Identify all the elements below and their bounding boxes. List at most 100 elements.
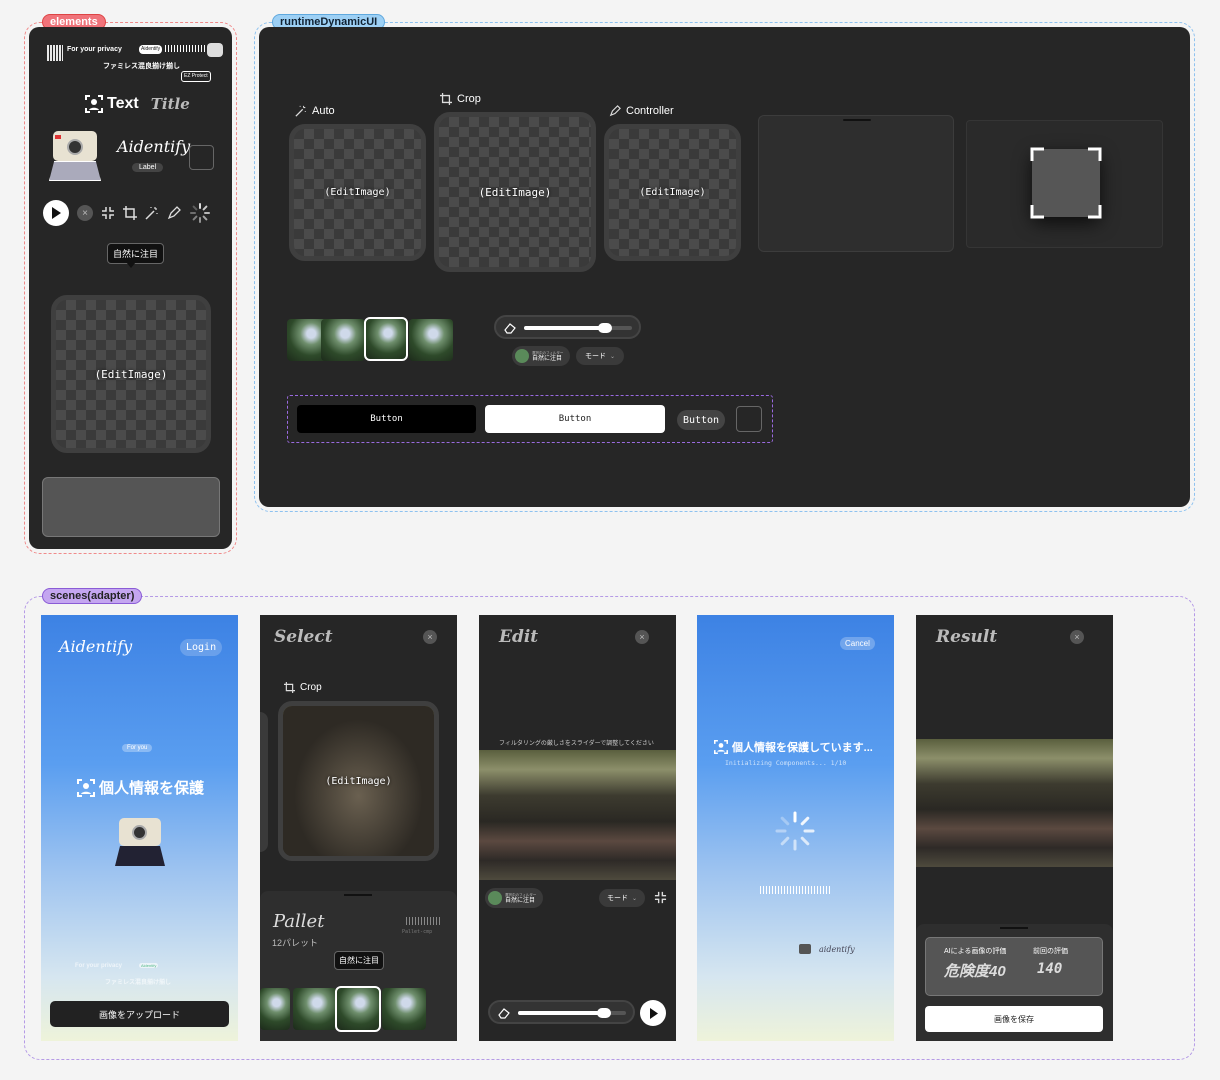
crop-icon[interactable]	[123, 206, 137, 220]
close-icon[interactable]: ×	[1070, 630, 1084, 644]
thumbnail-selected[interactable]	[364, 317, 408, 361]
mode-dropdown[interactable]: モード ⌄	[599, 889, 645, 907]
thumbnail[interactable]	[293, 988, 337, 1030]
sheet-handle[interactable]	[344, 894, 372, 896]
protect-badge: EZ Protect	[181, 71, 211, 82]
edit-image-label: (EditImage)	[324, 187, 391, 198]
person-frame-icon	[714, 740, 728, 754]
close-icon[interactable]: ×	[77, 205, 93, 221]
crop-icon	[440, 93, 452, 105]
slider-track[interactable]	[524, 323, 632, 333]
magic-wand-icon	[295, 105, 306, 117]
mode-dropdown[interactable]: モード ⌄	[576, 347, 624, 365]
close-icon[interactable]: ×	[423, 630, 437, 644]
camera-mini-icon	[799, 944, 811, 954]
filter-avatar	[515, 349, 529, 363]
edit-title: Edit	[499, 627, 539, 647]
slider-knob[interactable]	[598, 323, 612, 333]
scene-result: Result × AIによる画像の評価 前回の評価 危険度40 140 画像を保…	[916, 615, 1113, 1041]
app-name: Aidentify	[117, 137, 191, 156]
slider-bar	[494, 315, 641, 339]
slider-fill	[518, 1011, 605, 1015]
card-auto[interactable]: (EditImage)	[289, 124, 426, 261]
prev-score: 140	[1037, 961, 1063, 977]
focus-corners-icon	[1030, 147, 1102, 219]
filter-chip-text: 自然に注目	[532, 356, 563, 362]
privacy-text: For your privacy	[67, 46, 122, 53]
filter-chip[interactable]: 選択中のフィルター 自然に注目	[512, 346, 570, 366]
filter-chip-text: 自然に注目	[505, 898, 536, 904]
close-icon[interactable]: ×	[635, 630, 649, 644]
mode-label: モード	[584, 353, 606, 360]
pen-icon	[609, 105, 621, 117]
focus-frame-panel	[966, 120, 1163, 248]
crop-card[interactable]: (EditImage)	[278, 701, 439, 861]
thumbnail[interactable]	[321, 319, 365, 361]
card-label-auto: Auto	[295, 105, 335, 117]
title-script: Title	[150, 95, 190, 113]
sheet-handle[interactable]	[1000, 927, 1028, 929]
tooltip-text: 自然に注目	[113, 249, 159, 259]
button-primary-light[interactable]: Button	[485, 405, 665, 433]
person-frame-icon	[77, 778, 95, 797]
sheet-handle[interactable]	[843, 119, 871, 121]
side-card-left	[260, 712, 268, 852]
risk-score: 危険度40	[944, 963, 1006, 980]
thumbnail[interactable]	[409, 319, 453, 361]
label-chip: Label	[132, 163, 164, 172]
brand-jp-text: ファミレス混良揃け揃し	[103, 63, 180, 70]
home-brand-row: For your privacy Aidentify ファミレス混良揃け揃し	[57, 961, 225, 991]
edit-image-label: (EditImage)	[325, 775, 392, 787]
thumbnail[interactable]	[382, 988, 426, 1030]
card-crop[interactable]: (EditImage)	[434, 112, 596, 272]
slider-knob[interactable]	[597, 1008, 612, 1018]
shrink-icon[interactable]	[101, 206, 115, 220]
result-photo	[916, 739, 1113, 867]
button-primary-dark[interactable]: Button	[297, 405, 476, 433]
magic-wand-icon[interactable]	[145, 206, 159, 220]
upload-button[interactable]: 画像をアップロード	[50, 1001, 229, 1027]
elements-panel: For your privacy Aidentify ファミレス混良揃け揃し E…	[29, 27, 232, 549]
checkbox[interactable]	[189, 145, 214, 170]
chevron-down-icon: ⌄	[631, 895, 638, 902]
save-button[interactable]: 画像を保存	[925, 1006, 1103, 1032]
card-controller[interactable]: (EditImage)	[604, 124, 741, 261]
pen-icon[interactable]	[167, 206, 181, 220]
play-icon[interactable]	[43, 200, 69, 226]
pallet-title: Pallet	[273, 911, 325, 932]
pallet-code: Pallet-cmp	[402, 929, 433, 935]
pallet-sheet: Pallet 12パレット Pallet-cmp 自然に注目	[260, 891, 457, 1041]
card-label-controller: Controller	[609, 105, 674, 117]
result-sheet: AIによる画像の評価 前回の評価 危険度40 140 画像を保存	[916, 924, 1113, 1041]
for-you-chip: For you	[122, 744, 153, 752]
button-pill[interactable]: Button	[677, 410, 725, 430]
title-row: Text Title	[85, 93, 190, 115]
edit-photo[interactable]	[479, 750, 676, 880]
edit-image-card[interactable]: (EditImage)	[51, 295, 211, 453]
filter-chip[interactable]: 選択中のフィルター 自然に注目	[485, 888, 543, 908]
home-headline: 個人情報を保護	[77, 777, 204, 798]
title-text: Text	[107, 95, 139, 112]
login-button[interactable]: Login	[180, 639, 223, 656]
button-icon-square[interactable]	[736, 406, 762, 432]
ai-score-label: AIによる画像の評価	[944, 948, 1007, 955]
button-variants: Button Button Button	[287, 395, 773, 443]
slider-bar	[488, 1000, 635, 1024]
runtime-panel: Auto Crop Controller (EditImage) (EditIm…	[259, 27, 1190, 507]
camera-sticker-icon	[207, 43, 223, 57]
eraser-icon[interactable]	[504, 322, 516, 334]
eraser-icon[interactable]	[498, 1007, 510, 1019]
sheet-placeholder	[42, 477, 220, 537]
thumbnail[interactable]	[260, 988, 290, 1030]
home-logo: Aidentify	[59, 637, 133, 656]
tooltip-arrow	[126, 262, 136, 268]
cancel-button[interactable]: Cancel	[840, 637, 875, 650]
shrink-icon[interactable]	[654, 891, 667, 904]
play-button[interactable]	[640, 1000, 666, 1026]
slider-track[interactable]	[518, 1008, 626, 1018]
thumbnail-selected[interactable]	[335, 986, 381, 1032]
edit-image-label: (EditImage)	[478, 185, 552, 199]
camera-illustration	[49, 131, 101, 181]
filter-avatar	[488, 891, 502, 905]
tooltip: 自然に注目	[107, 243, 165, 264]
